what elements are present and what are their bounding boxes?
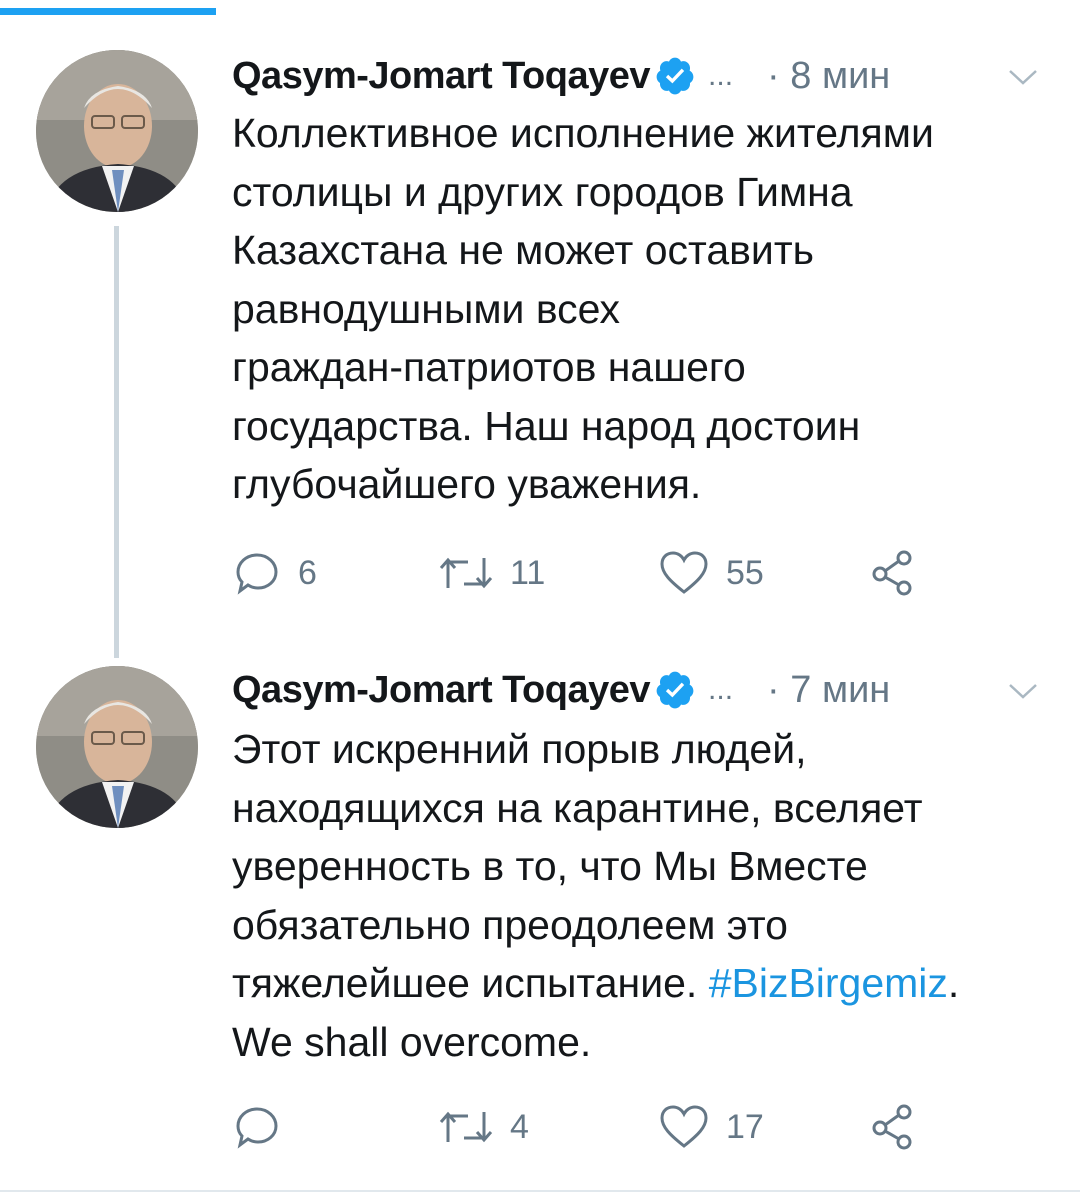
like-button[interactable]: 55 (658, 543, 764, 603)
author-avatar[interactable] (36, 50, 198, 212)
author-name[interactable]: Qasym-Jomart Toqayev (232, 55, 651, 98)
loading-progress-bar (0, 8, 216, 15)
share-icon (872, 1104, 912, 1150)
more-options[interactable]: ... (708, 59, 733, 93)
tweet-text: Коллективное исполнение жителями столицы… (232, 110, 934, 507)
like-button[interactable]: 17 (658, 1097, 764, 1157)
share-button[interactable] (868, 543, 916, 603)
tweet-actions: 6 11 55 (232, 543, 1032, 603)
retweet-count: 11 (510, 553, 546, 592)
more-options[interactable]: ... (708, 673, 733, 707)
like-icon (660, 551, 708, 594)
chevron-down-icon[interactable] (1006, 62, 1040, 92)
tweet-timestamp[interactable]: · 8 мин (767, 55, 890, 98)
like-count: 17 (726, 1107, 764, 1146)
reply-icon (236, 1107, 278, 1149)
share-icon (872, 550, 912, 596)
chevron-down-icon[interactable] (1006, 676, 1040, 706)
like-icon (660, 1105, 708, 1148)
retweet-icon (439, 1111, 493, 1143)
author-name[interactable]: Qasym-Jomart Toqayev (232, 669, 651, 712)
reply-icon (236, 553, 278, 595)
like-count: 55 (726, 553, 764, 592)
retweet-button[interactable]: 4 (438, 1097, 529, 1157)
reply-count: 6 (298, 553, 317, 592)
author-avatar[interactable] (36, 666, 198, 828)
verified-badge-icon (654, 55, 696, 97)
tweet-header: Qasym-Jomart Toqayev ... · 8 мин (232, 46, 1052, 106)
reply-button[interactable]: 6 (232, 543, 317, 603)
retweet-icon (439, 557, 493, 589)
tweet-actions: 4 17 (232, 1097, 1032, 1157)
reply-button[interactable] (232, 1097, 298, 1157)
tweet-header: Qasym-Jomart Toqayev ... · 7 мин (232, 660, 1052, 720)
verified-badge-icon (654, 669, 696, 711)
tweet-1[interactable]: Qasym-Jomart Toqayev ... · 8 мин Коллект… (0, 46, 1080, 626)
tweet-2[interactable]: Qasym-Jomart Toqayev ... · 7 мин Этот ис… (0, 660, 1080, 1180)
tweet-text: Этот искренний порыв людей, находящихся … (232, 720, 1052, 1071)
hashtag-link[interactable]: #BizBirgemiz (709, 960, 948, 1006)
timeline-divider (0, 1190, 1080, 1192)
retweet-button[interactable]: 11 (438, 543, 545, 603)
share-button[interactable] (868, 1097, 916, 1157)
tweet-timestamp[interactable]: · 7 мин (767, 669, 890, 712)
retweet-count: 4 (510, 1107, 529, 1146)
